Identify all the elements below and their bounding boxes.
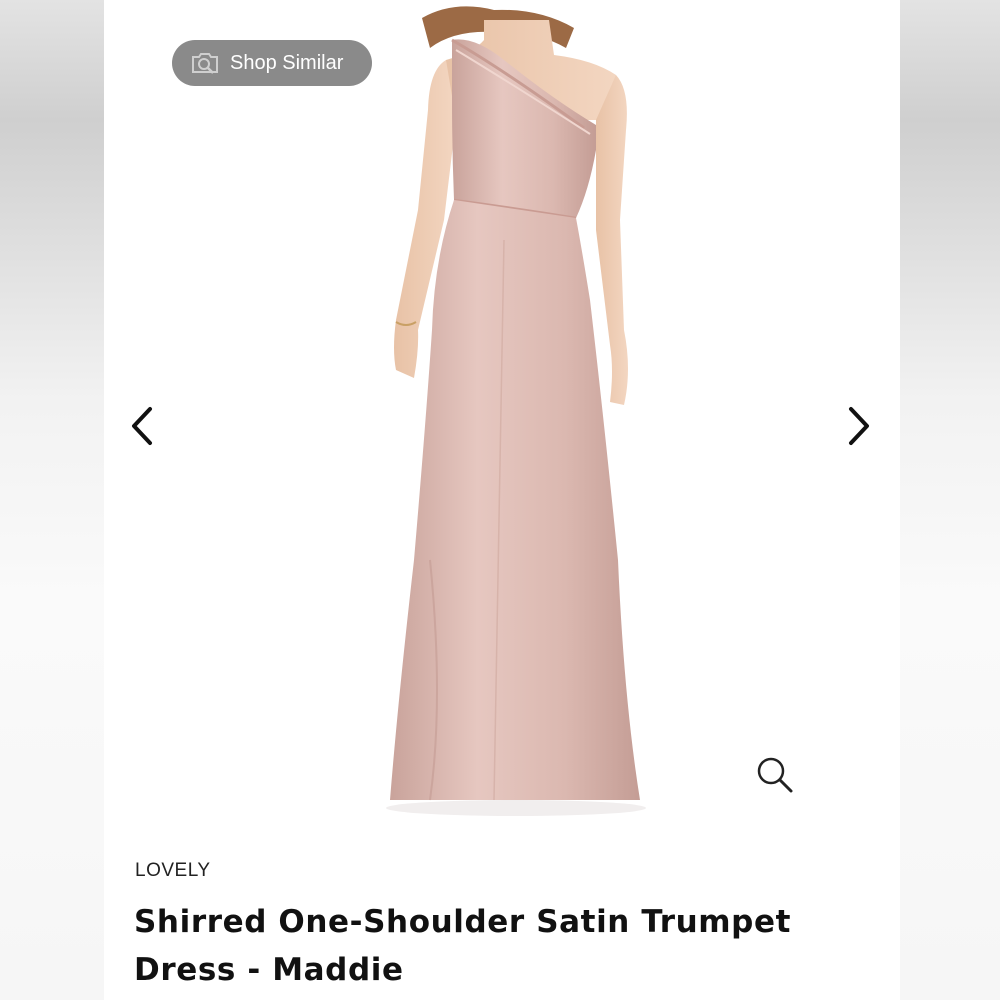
camera-search-icon bbox=[190, 51, 220, 75]
shop-similar-label: Shop Similar bbox=[230, 51, 344, 74]
product-photo[interactable] bbox=[334, 0, 664, 830]
shop-similar-button[interactable]: Shop Similar bbox=[172, 40, 372, 86]
chevron-left-icon bbox=[132, 407, 152, 445]
next-image-button[interactable] bbox=[839, 400, 879, 452]
chevron-right-icon bbox=[849, 407, 869, 445]
product-card: Shop Similar LOVELY Shirred One-Shoulder… bbox=[104, 0, 900, 1000]
left-backdrop bbox=[0, 0, 104, 1000]
right-backdrop bbox=[900, 0, 1000, 1000]
zoom-button[interactable] bbox=[752, 752, 798, 798]
previous-image-button[interactable] bbox=[122, 400, 162, 452]
brand-name[interactable]: LOVELY bbox=[135, 860, 211, 882]
product-title: Shirred One-Shoulder Satin Trumpet Dress… bbox=[134, 904, 791, 988]
magnifier-icon bbox=[757, 757, 793, 793]
